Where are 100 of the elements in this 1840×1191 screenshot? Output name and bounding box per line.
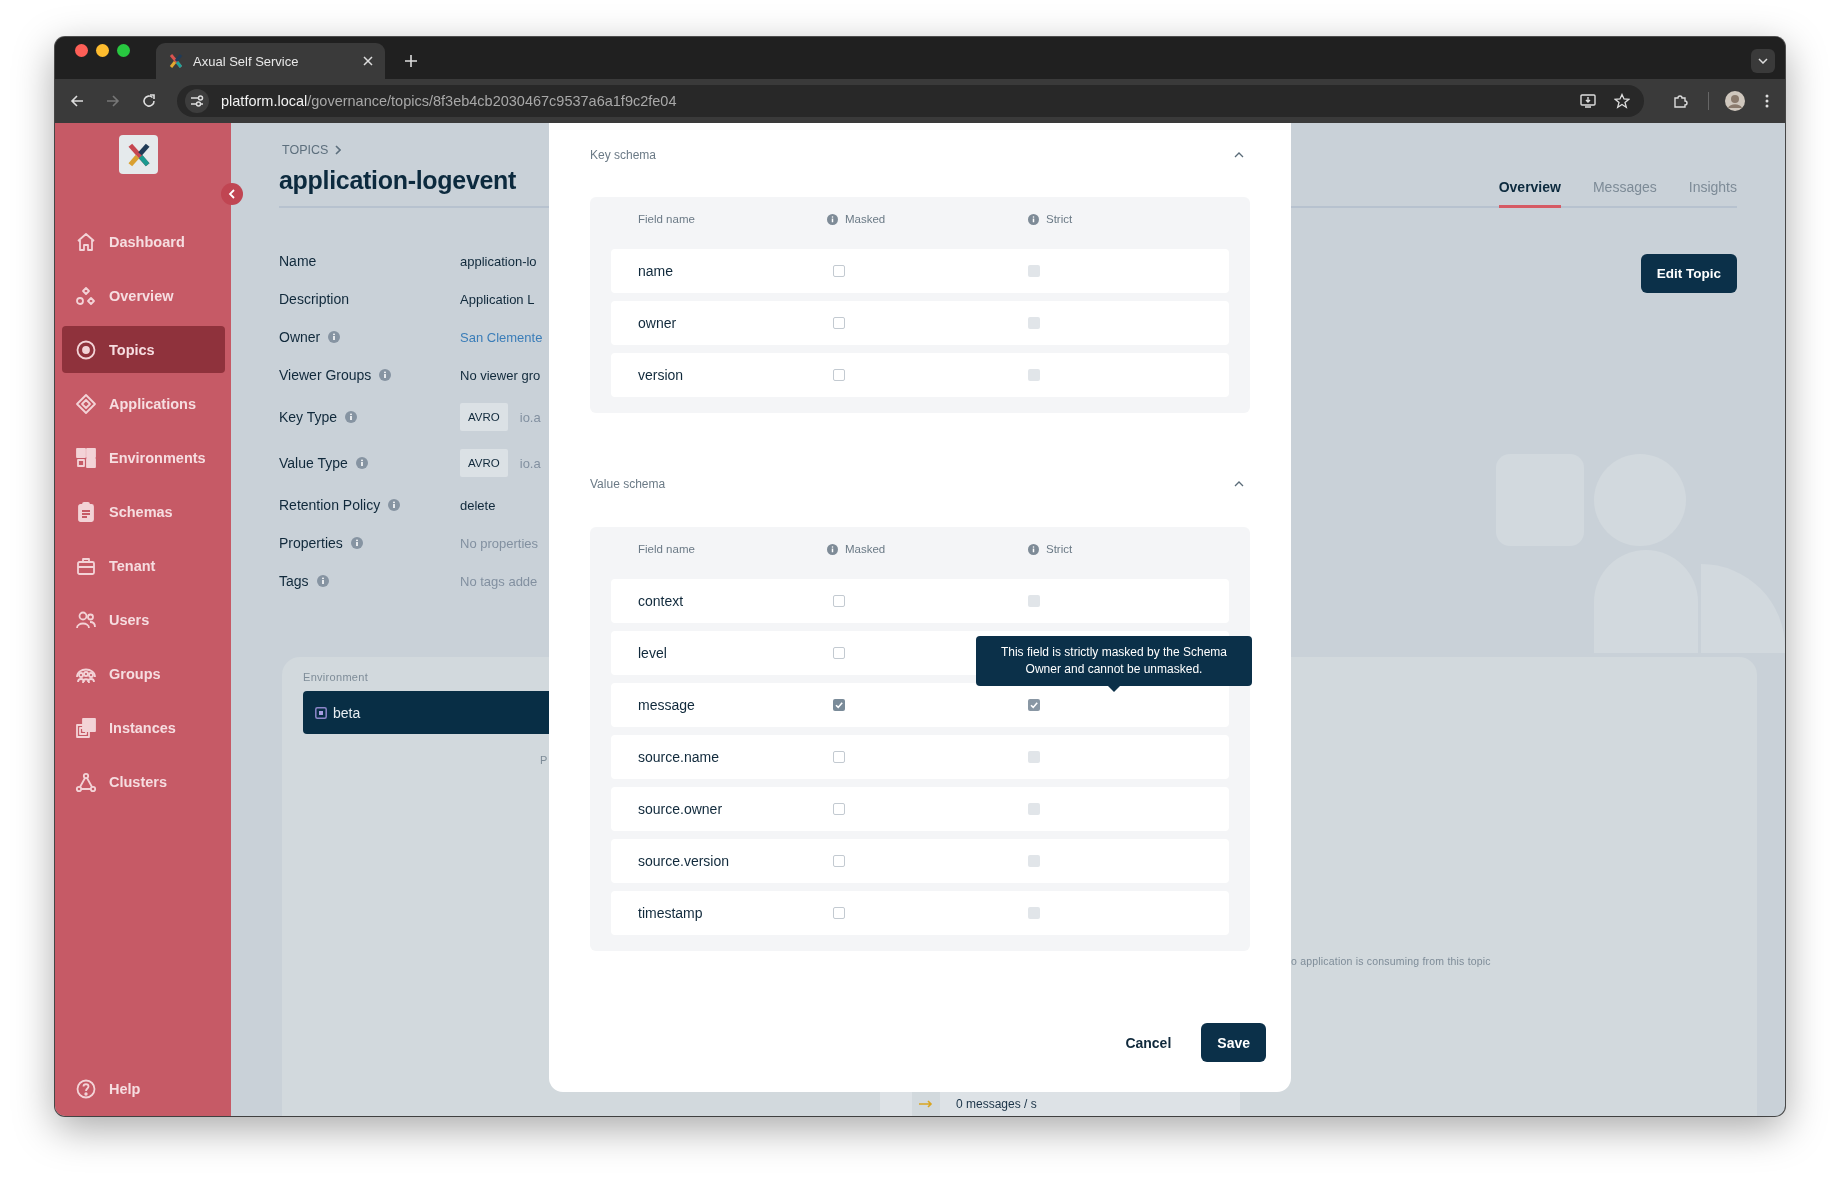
field-name: message bbox=[638, 697, 696, 713]
nav-item[interactable]: Groups bbox=[62, 650, 225, 697]
checkbox[interactable] bbox=[1028, 855, 1040, 867]
breadcrumb-link[interactable]: TOPICS bbox=[282, 143, 342, 157]
info-icon bbox=[1028, 213, 1039, 225]
property-value: No properties bbox=[460, 535, 539, 551]
tab[interactable]: Overview bbox=[1498, 179, 1561, 208]
property-label: Properties bbox=[279, 535, 343, 551]
nav-item[interactable]: Overview bbox=[62, 272, 225, 319]
tooltip: This field is strictly masked by the Schema Owner and cannot be unmasked. bbox=[976, 636, 1252, 692]
checkbox[interactable] bbox=[1028, 907, 1040, 919]
browser-tab[interactable]: Axual Self Service bbox=[156, 43, 385, 79]
checkbox[interactable] bbox=[1028, 803, 1040, 815]
nav-item[interactable]: Schemas bbox=[62, 488, 225, 535]
checkbox[interactable] bbox=[833, 751, 845, 763]
diamond-icon bbox=[75, 392, 97, 415]
back-icon[interactable] bbox=[69, 93, 85, 109]
owner-link[interactable]: San Clemente bbox=[460, 329, 543, 345]
clipboard-icon bbox=[75, 500, 97, 523]
logo-icon bbox=[168, 53, 184, 69]
nav-item[interactable]: Applications bbox=[62, 380, 225, 427]
checkbox[interactable] bbox=[1028, 751, 1040, 763]
property-value: delete bbox=[460, 497, 496, 513]
chevron-up-icon[interactable] bbox=[1234, 481, 1244, 487]
section-title: Key schema bbox=[590, 148, 657, 162]
field-name: name bbox=[638, 263, 675, 279]
property-label: Value Type bbox=[279, 455, 348, 471]
cancel-button[interactable]: Cancel bbox=[1125, 1023, 1172, 1062]
address-bar[interactable]: platform.local/governance/topics/8f3eb4cb2030467c9537a6a1f9c2fe04 bbox=[177, 85, 1644, 117]
tab[interactable]: Insights bbox=[1688, 179, 1737, 208]
squares-icon bbox=[75, 716, 97, 739]
property-label: Key Type bbox=[279, 409, 338, 425]
shapes-icon bbox=[75, 284, 97, 307]
checkbox[interactable] bbox=[833, 595, 845, 607]
maximize-window-button[interactable] bbox=[117, 44, 130, 57]
nav-item[interactable]: Tenant bbox=[62, 542, 225, 589]
puzzle-icon[interactable] bbox=[1672, 93, 1688, 109]
checkbox[interactable] bbox=[833, 647, 845, 659]
throughput-text: 0 messages / s bbox=[956, 1097, 1037, 1111]
checkbox[interactable] bbox=[1028, 699, 1040, 711]
column-header: Masked bbox=[845, 543, 886, 555]
menu-icon[interactable] bbox=[1765, 93, 1769, 109]
forward-icon[interactable] bbox=[105, 93, 121, 109]
minimize-window-button[interactable] bbox=[96, 44, 109, 57]
property-value: io.a bbox=[519, 409, 541, 425]
type-badge: AVRO bbox=[460, 403, 508, 431]
save-button[interactable]: Save bbox=[1201, 1023, 1266, 1062]
type-badge: AVRO bbox=[460, 449, 508, 477]
column-header: Field name bbox=[638, 543, 695, 555]
help-link[interactable]: Help bbox=[62, 1065, 225, 1112]
checkbox[interactable] bbox=[833, 855, 845, 867]
checkbox[interactable] bbox=[833, 803, 845, 815]
site-settings-icon[interactable] bbox=[185, 89, 209, 113]
property-value: io.a bbox=[519, 455, 541, 471]
column-header: Field name bbox=[638, 213, 695, 225]
help-icon bbox=[75, 1077, 97, 1100]
field-name: timestamp bbox=[638, 905, 704, 921]
avatar-icon[interactable] bbox=[1725, 91, 1745, 111]
target-icon bbox=[75, 338, 97, 361]
section-title: Value schema bbox=[590, 477, 666, 491]
checkbox[interactable] bbox=[1028, 317, 1040, 329]
property-label: Viewer Groups bbox=[279, 367, 372, 383]
star-icon[interactable] bbox=[1614, 93, 1630, 109]
new-tab-icon[interactable] bbox=[405, 55, 417, 67]
tooltip-arrow bbox=[1108, 686, 1120, 692]
checkbox[interactable] bbox=[833, 907, 845, 919]
install-icon[interactable] bbox=[1580, 93, 1596, 109]
chevron-up-icon[interactable] bbox=[1234, 152, 1244, 158]
arrow-right-icon bbox=[919, 1100, 933, 1108]
nav-item[interactable]: Dashboard bbox=[62, 218, 225, 265]
nav-item[interactable]: Instances bbox=[62, 704, 225, 751]
property-value: Application L bbox=[460, 291, 535, 307]
checkbox[interactable] bbox=[833, 369, 845, 381]
nav-item[interactable]: Topics bbox=[62, 326, 225, 373]
nav-item[interactable]: Users bbox=[62, 596, 225, 643]
home-icon bbox=[75, 230, 97, 253]
checkbox[interactable] bbox=[1028, 595, 1040, 607]
chevron-down-icon bbox=[1758, 58, 1768, 64]
reload-icon[interactable] bbox=[141, 93, 157, 109]
checkbox[interactable] bbox=[1028, 265, 1040, 277]
field-name: version bbox=[638, 367, 685, 383]
checkbox[interactable] bbox=[833, 317, 845, 329]
app-logo[interactable] bbox=[119, 135, 158, 174]
edit-topic-button[interactable]: Edit Topic bbox=[1640, 254, 1737, 293]
checkbox[interactable] bbox=[833, 699, 845, 711]
close-icon[interactable] bbox=[363, 56, 373, 66]
checkbox[interactable] bbox=[1028, 369, 1040, 381]
nav-item[interactable]: Environments bbox=[62, 434, 225, 481]
environment-label: Environment bbox=[303, 671, 370, 683]
checkbox[interactable] bbox=[833, 265, 845, 277]
collapse-button[interactable] bbox=[221, 183, 243, 205]
field-name: owner bbox=[638, 315, 678, 331]
nav-item[interactable]: Clusters bbox=[62, 758, 225, 805]
url-text: platform.local/governance/topics/8f3eb4cb2030467c9537a6a1f9c2fe04 bbox=[221, 93, 677, 109]
property-label: Tags bbox=[279, 573, 309, 589]
column-header: Strict bbox=[1046, 213, 1073, 225]
close-window-button[interactable] bbox=[75, 44, 88, 57]
tab[interactable]: Messages bbox=[1592, 179, 1657, 208]
tab-search-button[interactable] bbox=[1751, 49, 1775, 73]
consumers-note: o application is consuming from this topic bbox=[1291, 955, 1491, 967]
